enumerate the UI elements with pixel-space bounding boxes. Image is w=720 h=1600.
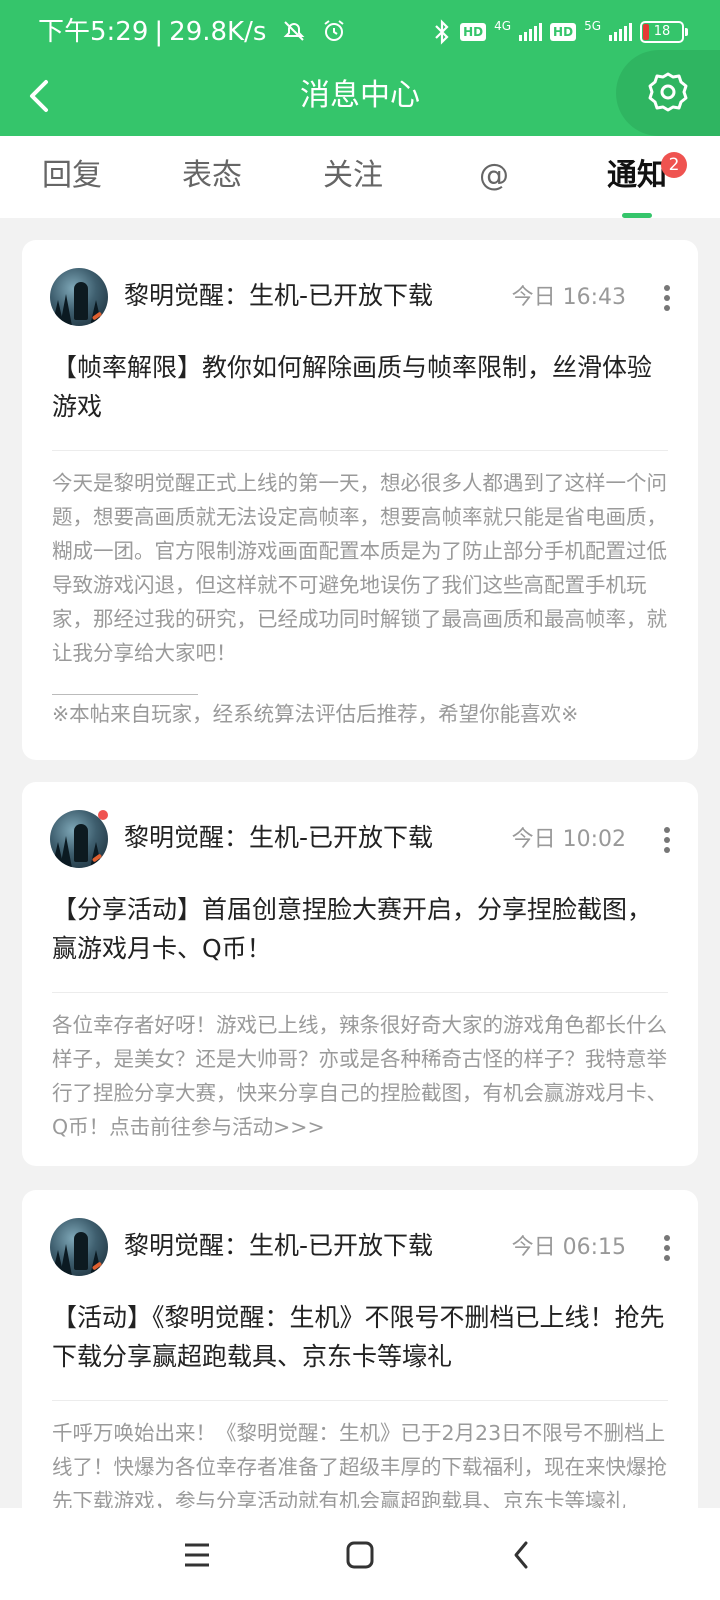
network-type-1: 4G	[494, 19, 512, 33]
author-name[interactable]: 黎明觉醒：生机-已开放下载	[124, 1228, 433, 1264]
app-header: 下午5:29 | 29.8K/s HD 4G HD 5G 18 消息中心	[0, 0, 720, 136]
battery-icon: 18	[640, 21, 688, 43]
post-title[interactable]: 【帧率解限】教你如何解除画质与帧率限制，丝滑体验游戏	[52, 348, 668, 426]
tab-reply[interactable]: 回复	[0, 136, 144, 218]
status-time: 下午5:29	[38, 17, 149, 47]
battery-level: 18	[653, 24, 671, 39]
post-body[interactable]: 今天是黎明觉醒正式上线的第一天，想必很多人都遇到了这样一个问题，想要高画质就无法…	[52, 466, 672, 670]
divider	[52, 450, 668, 451]
tab-follow-label: 关注	[323, 158, 383, 193]
mute-icon	[283, 21, 305, 41]
notification-card[interactable]: 黎明觉醒：生机-已开放下载 今日 16:43 【帧率解限】教你如何解除画质与帧率…	[22, 240, 698, 760]
more-vertical-icon[interactable]	[660, 282, 674, 314]
tab-reactions[interactable]: 表态	[140, 136, 284, 218]
title-bar: 消息中心	[0, 50, 720, 136]
post-title[interactable]: 【活动】《黎明觉醒：生机》不限号不删档已上线！抢先下载分享赢超跑载具、京东卡等壕…	[52, 1298, 668, 1376]
active-tab-indicator	[622, 213, 652, 218]
back-icon[interactable]	[498, 1531, 546, 1579]
avatar[interactable]	[50, 268, 108, 326]
gear-icon[interactable]	[644, 68, 692, 116]
tab-mentions-label: @	[479, 158, 509, 193]
avatar[interactable]	[50, 1218, 108, 1276]
status-left: 下午5:29 | 29.8K/s	[38, 0, 347, 64]
divider	[52, 992, 668, 993]
post-footnote: ※本帖来自玩家，经系统算法评估后推荐，希望你能喜欢※	[52, 702, 579, 726]
signal-icon-2	[609, 23, 632, 41]
tab-bar: 回复 表态 关注 @ 通知 2	[0, 136, 720, 218]
signal-icon-1	[519, 23, 543, 41]
tab-follow[interactable]: 关注	[281, 136, 425, 218]
status-separator: |	[154, 17, 164, 47]
status-bar: 下午5:29 | 29.8K/s HD 4G HD 5G 18	[0, 0, 720, 64]
home-icon[interactable]	[336, 1531, 384, 1579]
alarm-icon	[324, 20, 344, 41]
author-name[interactable]: 黎明觉醒：生机-已开放下载	[124, 278, 433, 314]
author-name[interactable]: 黎明觉醒：生机-已开放下载	[124, 820, 433, 856]
page-title: 消息中心	[300, 78, 420, 113]
divider	[52, 1400, 668, 1401]
post-body[interactable]: 千呼万唤始出来！《黎明觉醒：生机》已于2月23日不限号不删档上线了！快爆为各位幸…	[52, 1416, 672, 1518]
notification-count-badge: 2	[661, 152, 687, 178]
post-time: 今日 10:02	[511, 827, 626, 852]
tab-reactions-label: 表态	[182, 158, 242, 193]
footnote-rule	[52, 694, 198, 695]
more-vertical-icon[interactable]	[660, 824, 674, 856]
unread-dot	[98, 810, 108, 820]
menu-icon[interactable]	[173, 1531, 221, 1579]
tab-notifications[interactable]: 通知 2	[565, 136, 709, 218]
tab-mentions[interactable]: @	[422, 136, 566, 218]
hd-badge-1: HD	[460, 23, 487, 41]
settings-button[interactable]	[616, 50, 720, 136]
hd-badge-2: HD	[550, 23, 577, 41]
post-body[interactable]: 各位幸存者好呀！游戏已上线，辣条很好奇大家的游戏角色都长什么样子，是美女？还是大…	[52, 1008, 672, 1144]
tab-notifications-label: 通知	[607, 158, 667, 193]
post-time: 今日 16:43	[511, 285, 626, 310]
tab-reply-label: 回复	[42, 158, 102, 193]
post-title[interactable]: 【分享活动】首届创意捏脸大赛开启，分享捏脸截图，赢游戏月卡、Q币！	[52, 890, 668, 968]
notification-card[interactable]: 黎明觉醒：生机-已开放下载 今日 10:02 【分享活动】首届创意捏脸大赛开启，…	[22, 782, 698, 1166]
system-nav-bar	[0, 1508, 720, 1600]
more-vertical-icon[interactable]	[660, 1232, 674, 1264]
bluetooth-icon	[435, 19, 449, 45]
network-type-2: 5G	[584, 19, 601, 33]
post-time: 今日 06:15	[511, 1235, 626, 1260]
network-speed: 29.8K/s	[169, 17, 267, 47]
